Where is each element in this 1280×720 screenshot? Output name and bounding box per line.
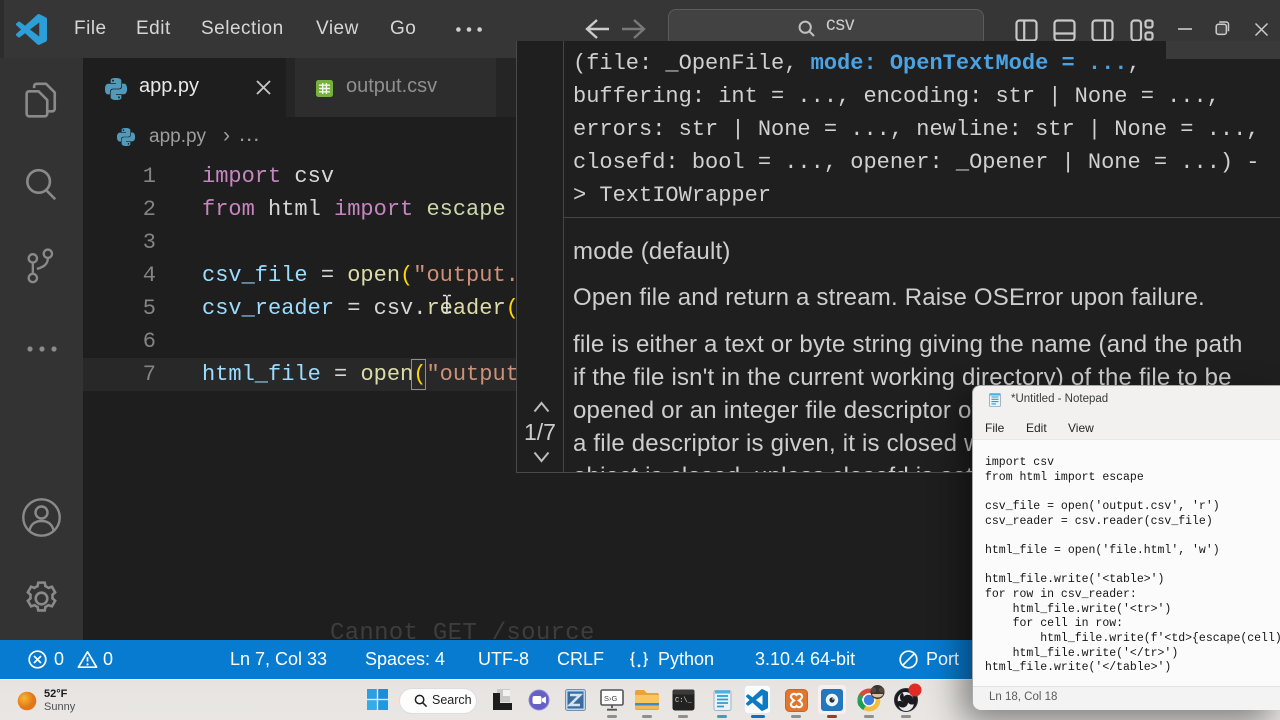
svg-text:C:\_: C:\_ xyxy=(675,697,693,705)
svg-text:S›G: S›G xyxy=(604,694,618,703)
